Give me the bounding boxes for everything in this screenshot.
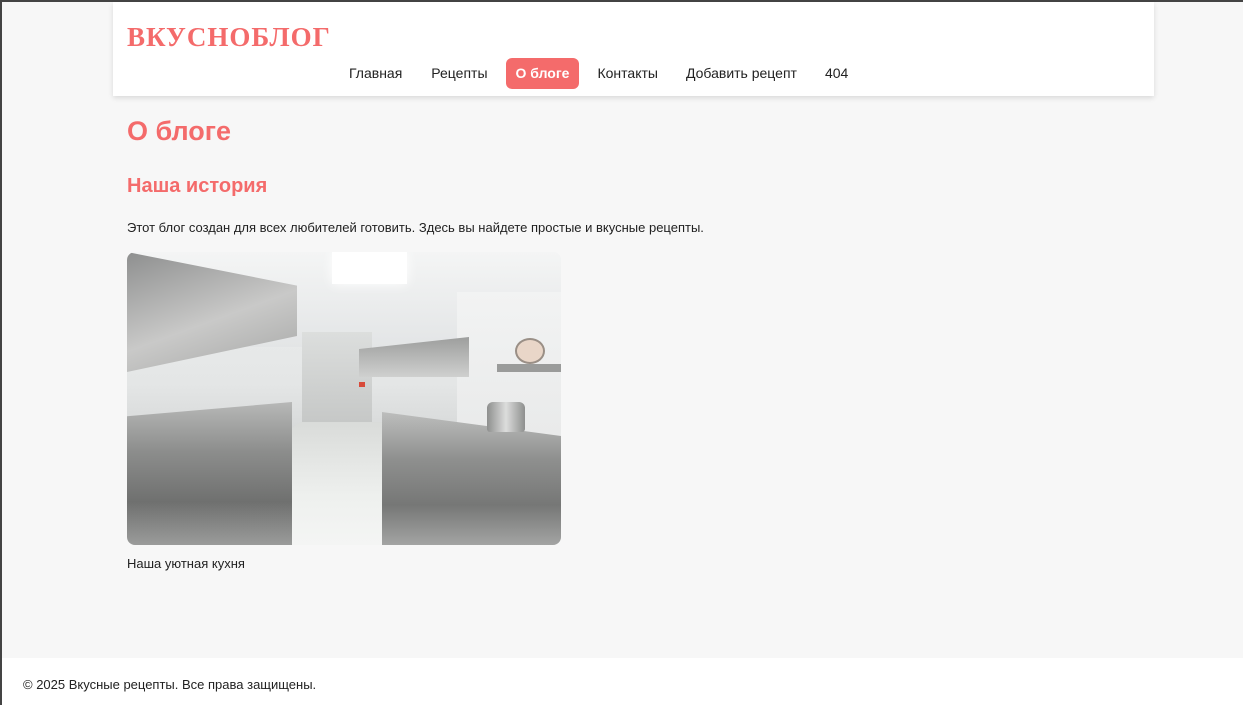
photo-caption: Наша уютная кухня xyxy=(127,556,245,571)
footer-copyright: © 2025 Вкусные рецепты. Все права защище… xyxy=(23,677,317,692)
photo-exit-sign xyxy=(359,382,365,387)
nav-item-about[interactable]: О блоге xyxy=(505,58,580,89)
kitchen-photo xyxy=(127,252,561,545)
intro-text: Этот блог создан для всех любителей гото… xyxy=(127,220,704,235)
nav-item-home[interactable]: Главная xyxy=(339,58,412,89)
photo-pot xyxy=(487,402,525,432)
nav-item-404[interactable]: 404 xyxy=(815,58,858,89)
site-header: ВКУСНОБЛОГ Главная Рецепты О блоге Конта… xyxy=(113,2,1154,96)
section-title: Наша история xyxy=(127,175,268,197)
window-frame-left xyxy=(0,0,2,705)
photo-corridor xyxy=(302,332,372,422)
page-title: О блоге xyxy=(127,116,232,146)
nav-item-recipes[interactable]: Рецепты xyxy=(421,58,497,89)
photo-kitchen-scale xyxy=(515,338,545,364)
nav-item-contacts[interactable]: Контакты xyxy=(587,58,667,89)
nav-item-add-recipe[interactable]: Добавить рецепт xyxy=(676,58,807,89)
photo-counter-left xyxy=(127,402,292,545)
photo-ceiling-light xyxy=(332,252,407,284)
main-nav: Главная Рецепты О блоге Контакты Добавит… xyxy=(339,58,866,89)
site-logo[interactable]: ВКУСНОБЛОГ xyxy=(127,22,331,53)
site-footer: © 2025 Вкусные рецепты. Все права защище… xyxy=(2,658,1243,705)
photo-shelf xyxy=(497,364,561,372)
